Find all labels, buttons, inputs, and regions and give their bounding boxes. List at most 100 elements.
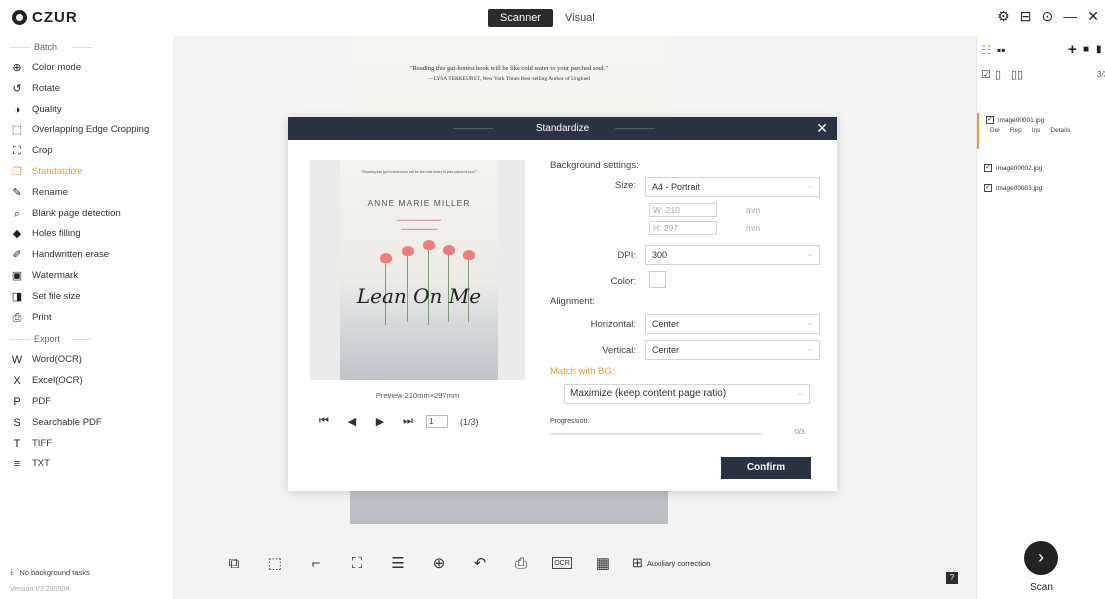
checkbox[interactable]: ✓ [984, 164, 992, 172]
sidebar-item-label: Holes filling [32, 228, 81, 240]
preview-author: ANNE MARIE MILLER [367, 198, 471, 208]
split-icon[interactable]: ⧉ [218, 553, 250, 573]
height-label: H: [653, 223, 662, 233]
sidebar-item-handwritten-erase[interactable]: ✐ Handwritten erase [0, 245, 174, 266]
last-page-icon[interactable]: ⏭ [394, 415, 422, 428]
rotate-crop-icon[interactable]: ⛶ [341, 553, 373, 573]
sidebar-item-crop[interactable]: ⛶ Crop [0, 141, 174, 162]
sidebar-item-quality[interactable]: ◑ Quality [0, 100, 174, 121]
details-action[interactable]: Details [1050, 127, 1070, 139]
background-tasks[interactable]: ⤓ No background tasks [10, 567, 90, 577]
progression-label: Progression: [550, 418, 590, 425]
delete-action[interactable]: Del [990, 127, 1000, 139]
sidebar-item-label: Standardize [32, 165, 83, 177]
size-value: A4 - Portrait [652, 182, 701, 192]
sidebar-item-label: Handwritten erase [32, 249, 110, 261]
undo-icon[interactable]: ↶ [464, 553, 496, 573]
page-number-input[interactable]: 1 [426, 415, 448, 428]
sidebar-item-rotate[interactable]: ↺ Rotate [0, 79, 174, 100]
close-icon[interactable]: ✕ [1087, 8, 1099, 25]
auxiliary-correction-button[interactable]: ⊞ Auxiliary correction [632, 555, 710, 571]
color-tool-icon[interactable]: ⊕ [423, 553, 455, 573]
file-item[interactable]: ✓ image00001.jpg Del Rep Ins Details [977, 113, 1105, 149]
sidebar-item-standardize[interactable]: ❐ Standardize [0, 162, 174, 183]
replace-action[interactable]: Rep [1010, 127, 1022, 139]
match-bg-label: Match with BG: [550, 366, 615, 377]
export-item-excel-ocr[interactable]: X Excel(OCR) [0, 371, 174, 392]
blank-page-icon: ⌕ [13, 207, 21, 220]
dpi-select[interactable]: 300 ⌄ [645, 245, 820, 265]
grid-view-icon[interactable]: ▪▪ [997, 43, 1006, 57]
match-bg-select[interactable]: Maximize (keep content page ratio) ⌄ [564, 384, 810, 404]
file-item[interactable]: ✓ image00002.jpg [977, 161, 1105, 175]
prev-page-icon[interactable]: ◀ [338, 415, 366, 428]
flower-icon [423, 240, 435, 250]
sidebar-item-print[interactable]: ⎙ Print [0, 308, 174, 329]
sidebar-item-holes-filling[interactable]: ◆ Holes filling [0, 224, 174, 245]
sidebar-item-overlapping-edge-cropping[interactable]: ⬚ Overlapping Edge Cropping [0, 120, 174, 141]
page-quote-line1: "Reading this gut-honest book will be li… [410, 65, 608, 72]
vertical-select[interactable]: Center ⌄ [645, 340, 820, 360]
insert-action[interactable]: Ins [1032, 127, 1041, 139]
checkbox[interactable]: ✓ [986, 116, 994, 124]
tab-visual[interactable]: Visual [553, 9, 607, 27]
sidebar-item-rename[interactable]: ✎ Rename [0, 183, 174, 204]
width-label: W: [653, 205, 664, 215]
folder-icon[interactable]: ■ [1083, 44, 1089, 55]
preview-caption: Preview 210mm×297mm [375, 391, 460, 400]
checkbox[interactable]: ✓ [984, 184, 992, 192]
minimize-icon[interactable]: — [1063, 8, 1077, 25]
help-square-icon[interactable]: ? [946, 572, 958, 584]
select-all-icon[interactable]: ☑ [981, 68, 991, 81]
tab-scanner[interactable]: Scanner [488, 9, 553, 27]
export-item-tiff[interactable]: T TIFF [0, 434, 174, 455]
qr-code-icon[interactable]: ▦ [587, 553, 619, 573]
help-icon[interactable]: ⊙ [1042, 8, 1054, 25]
sidebar-item-color-mode[interactable]: ⊕ Color mode [0, 58, 174, 79]
list-view-icon[interactable]: ☷ [981, 43, 992, 57]
logo-text: CZUR [32, 9, 78, 26]
file-item[interactable]: ✓ image00003.jpg [977, 181, 1105, 195]
dialog-header: Standardize ✕ [288, 117, 837, 140]
single-page-icon[interactable]: ▯ [995, 68, 1001, 81]
ocr-icon[interactable]: OCR [546, 553, 578, 573]
next-page-icon[interactable]: ▶ [366, 415, 394, 428]
confirm-button[interactable]: Confirm [721, 457, 811, 479]
screen-icon[interactable]: ⊟ [1020, 8, 1032, 25]
sidebar-item-set-file-size[interactable]: ◨ Set file size [0, 287, 174, 308]
vertical-label: Vertical: [602, 345, 636, 356]
sidebar-item-watermark[interactable]: ▣ Watermark [0, 266, 174, 287]
top-bar: CZUR Scanner Visual ⚙ ⊟ ⊙ — ✕ [0, 0, 1105, 36]
export-item-txt[interactable]: ≡ TXT [0, 454, 174, 475]
match-bg-value: Maximize (keep content page ratio) [570, 388, 727, 399]
flower-icon [402, 246, 414, 256]
export-item-pdf[interactable]: P PDF [0, 392, 174, 413]
settings-gear-icon[interactable]: ⚙ [997, 8, 1010, 25]
select-area-icon[interactable]: ⬚ [259, 553, 291, 573]
width-field[interactable]: W: 210 [649, 203, 717, 217]
color-swatch[interactable] [649, 271, 666, 288]
sidebar-item-blank-page-detection[interactable]: ⌕ Blank page detection [0, 204, 174, 225]
height-field[interactable]: H: 297 [649, 221, 717, 235]
horizontal-value: Center [652, 319, 680, 329]
size-select[interactable]: A4 - Portrait ⌄ [645, 177, 820, 197]
app-logo: CZUR [12, 9, 78, 26]
dialog-close-icon[interactable]: ✕ [816, 117, 828, 140]
crop-tool-icon[interactable]: ⌐ [300, 553, 332, 573]
trash-icon[interactable]: ▮ [1096, 44, 1102, 55]
export-item-word-ocr[interactable]: W Word(OCR) [0, 350, 174, 371]
adjust-icon[interactable]: ☰ [382, 553, 414, 573]
horizontal-select[interactable]: Center ⌄ [645, 314, 820, 334]
rotate-icon: ↺ [12, 82, 22, 95]
export-item-searchable-pdf[interactable]: S Searchable PDF [0, 413, 174, 434]
preview-pager: ⏮ ◀ ▶ ⏭ 1 (1/3) [310, 415, 479, 428]
add-icon[interactable]: + [1068, 41, 1077, 58]
print-tool-icon[interactable]: ⎙ [505, 553, 537, 573]
first-page-icon[interactable]: ⏮ [310, 415, 338, 428]
handwritten-erase-icon: ✐ [12, 249, 22, 262]
preview-quote: "Reading this gut-honest book will be li… [361, 170, 477, 174]
flower-icon [380, 253, 392, 263]
view-toolbar: ☷ ▪▪ + ■ ▮ [977, 40, 1105, 60]
double-page-icon[interactable]: ▯▯ [1011, 68, 1023, 81]
scan-button[interactable]: › [1024, 541, 1058, 575]
